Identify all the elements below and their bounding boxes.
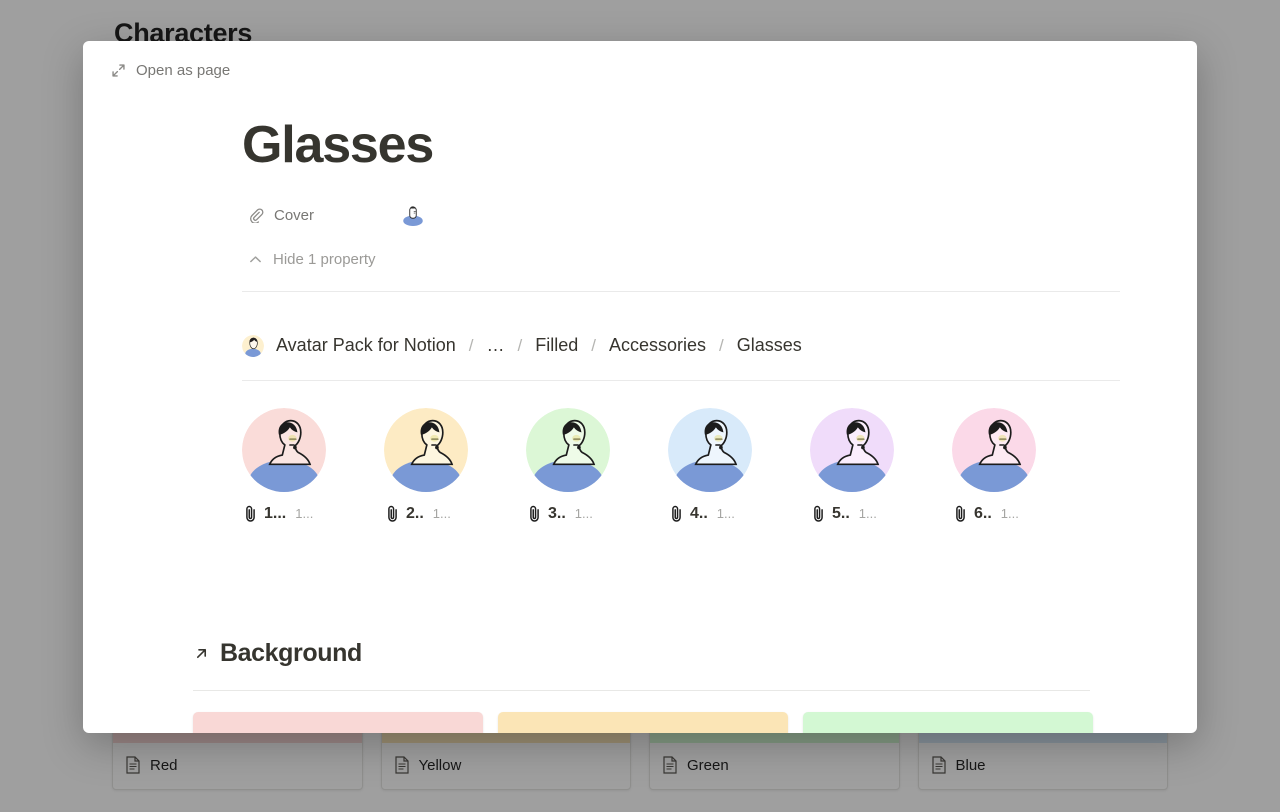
modal-inner: Open as page Glasses Cover bbox=[83, 41, 1197, 733]
cover-thumbnail bbox=[400, 202, 426, 228]
modal-page-title[interactable]: Glasses bbox=[242, 114, 1120, 176]
attachment-size: 1... bbox=[295, 506, 313, 521]
breadcrumb-separator: / bbox=[719, 336, 724, 356]
attachment-item: 5.. 1... bbox=[810, 408, 952, 523]
avatar-icon bbox=[242, 335, 264, 357]
background-card-row bbox=[193, 712, 1172, 733]
background-section-heading[interactable]: Background bbox=[193, 639, 1172, 668]
attachment-item: 1... 1... bbox=[242, 408, 384, 523]
property-label-text: Cover bbox=[274, 207, 314, 224]
attachment-size: 1... bbox=[1001, 506, 1019, 521]
attachment-caption: 6.. 1... bbox=[952, 504, 1019, 523]
paperclip-icon bbox=[384, 504, 401, 523]
paperclip-icon bbox=[668, 504, 685, 523]
modal-content-column: Glasses Cover bbox=[83, 41, 1197, 523]
attachment-thumbnail[interactable] bbox=[384, 408, 468, 492]
breadcrumb-separator: / bbox=[591, 336, 596, 356]
hide-properties-button[interactable]: Hide 1 property bbox=[242, 247, 382, 272]
paperclip-icon bbox=[242, 504, 259, 523]
property-label-cover[interactable]: Cover bbox=[242, 203, 392, 228]
divider-top bbox=[242, 291, 1120, 292]
chevron-up-icon bbox=[248, 252, 263, 267]
breadcrumb-separator: / bbox=[469, 336, 474, 356]
breadcrumb-item-glasses[interactable]: Glasses bbox=[735, 334, 804, 357]
paperclip-icon bbox=[952, 504, 969, 523]
property-row-cover: Cover bbox=[242, 198, 1120, 232]
paperclip-icon bbox=[248, 207, 264, 223]
attachment-name: 3.. bbox=[548, 505, 566, 523]
attachment-thumbnail[interactable] bbox=[668, 408, 752, 492]
background-card[interactable] bbox=[193, 712, 483, 733]
attachment-size: 1... bbox=[575, 506, 593, 521]
background-card[interactable] bbox=[498, 712, 788, 733]
attachment-caption: 2.. 1... bbox=[384, 504, 451, 523]
attachment-caption: 3.. 1... bbox=[526, 504, 593, 523]
attachment-thumbnail-strip: 1... 1... bbox=[242, 408, 1120, 523]
background-heading-divider bbox=[193, 690, 1090, 691]
paperclip-icon bbox=[810, 504, 827, 523]
attachment-caption: 5.. 1... bbox=[810, 504, 877, 523]
background-heading-text: Background bbox=[220, 639, 362, 668]
attachment-thumbnail[interactable] bbox=[810, 408, 894, 492]
property-list: Cover Hide 1 prop bbox=[242, 198, 1120, 272]
property-value-cover[interactable] bbox=[392, 200, 1120, 230]
attachment-thumbnail[interactable] bbox=[952, 408, 1036, 492]
hide-properties-label: Hide 1 property bbox=[273, 251, 376, 268]
attachment-name: 6.. bbox=[974, 505, 992, 523]
paperclip-icon bbox=[526, 504, 543, 523]
attachment-item: 6.. 1... bbox=[952, 408, 1094, 523]
breadcrumb-separator: / bbox=[518, 336, 523, 356]
breadcrumb: Avatar Pack for Notion / … / Filled / Ac… bbox=[242, 334, 1120, 357]
attachment-thumbnail[interactable] bbox=[526, 408, 610, 492]
attachment-name: 4.. bbox=[690, 505, 708, 523]
peek-modal-dialog: Open as page Glasses Cover bbox=[83, 41, 1197, 733]
breadcrumb-item-root[interactable]: Avatar Pack for Notion bbox=[274, 334, 458, 357]
arrow-up-right-icon bbox=[193, 645, 210, 662]
attachment-caption: 1... 1... bbox=[242, 504, 313, 523]
attachment-item: 4.. 1... bbox=[668, 408, 810, 523]
attachment-item: 2.. 1... bbox=[384, 408, 526, 523]
attachment-size: 1... bbox=[859, 506, 877, 521]
attachment-thumbnail[interactable] bbox=[242, 408, 326, 492]
attachment-name: 5.. bbox=[832, 505, 850, 523]
background-card[interactable] bbox=[803, 712, 1093, 733]
attachment-size: 1... bbox=[717, 506, 735, 521]
attachment-name: 1... bbox=[264, 505, 286, 523]
attachment-item: 3.. 1... bbox=[526, 408, 668, 523]
attachment-caption: 4.. 1... bbox=[668, 504, 735, 523]
attachment-name: 2.. bbox=[406, 505, 424, 523]
breadcrumb-item-filled[interactable]: Filled bbox=[533, 334, 580, 357]
breadcrumb-item-ellipsis[interactable]: … bbox=[485, 334, 507, 357]
background-section: Background bbox=[83, 639, 1197, 733]
divider-breadcrumb bbox=[242, 380, 1120, 381]
attachment-size: 1... bbox=[433, 506, 451, 521]
breadcrumb-item-accessories[interactable]: Accessories bbox=[607, 334, 708, 357]
